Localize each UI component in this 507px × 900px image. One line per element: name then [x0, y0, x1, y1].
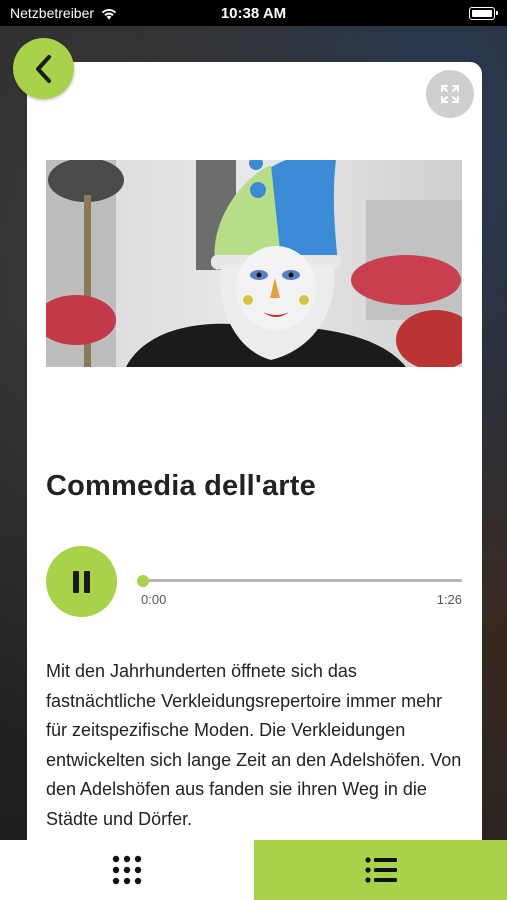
- chevron-left-icon: [35, 54, 51, 83]
- carrier-label: Netzbetreiber: [10, 5, 95, 21]
- fullscreen-button[interactable]: [426, 70, 474, 118]
- pause-icon: [71, 570, 93, 593]
- tab-grid[interactable]: [0, 840, 254, 900]
- progress-slider[interactable]: [137, 574, 462, 587]
- article-body: Mit den Jahrhunderten öffnete sich das f…: [46, 661, 462, 829]
- current-time: 0:00: [141, 592, 167, 607]
- pause-button[interactable]: [46, 546, 117, 617]
- status-left: Netzbetreiber: [10, 5, 118, 21]
- battery-icon: [469, 6, 498, 20]
- article-title: Commedia dell'arte: [46, 470, 316, 502]
- content-card: Commedia dell'arte 0:00 1:26 Mit den Jah…: [27, 62, 482, 840]
- list-icon: [364, 857, 397, 883]
- grid-icon: [112, 855, 142, 885]
- expand-icon: [441, 85, 459, 103]
- progress-thumb[interactable]: [137, 574, 149, 587]
- tab-list[interactable]: [254, 840, 507, 900]
- bottom-tab-bar: [0, 840, 507, 900]
- article-photo: [46, 160, 462, 367]
- status-bar: Netzbetreiber 10:38 AM: [0, 0, 507, 26]
- back-button[interactable]: [13, 38, 74, 99]
- wifi-icon: [101, 8, 117, 19]
- total-time: 1:26: [436, 592, 462, 607]
- mask-photo-illustration: [46, 160, 462, 367]
